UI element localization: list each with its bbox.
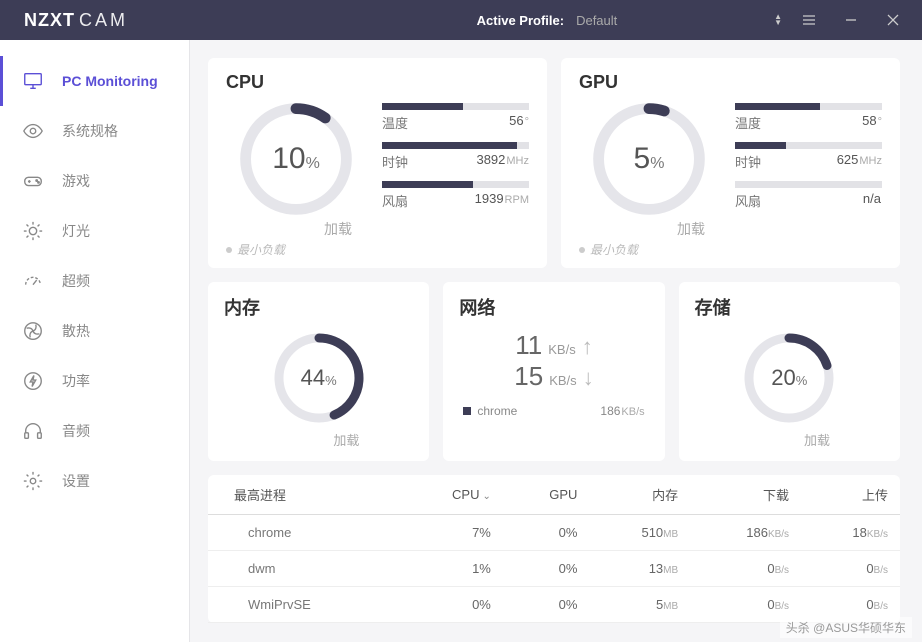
arrow-down-icon: ↓: [583, 365, 594, 391]
table-header[interactable]: 最高进程: [208, 475, 399, 515]
main-content: CPU 10% 加载 最小负载 温度56° 时钟3892MHz 风扇1939RP…: [190, 40, 922, 642]
stat-row: 温度56°: [382, 103, 529, 132]
table-header[interactable]: 下载: [690, 475, 801, 515]
active-profile[interactable]: Active Profile: Default ▲▼: [477, 13, 788, 28]
sidebar-item-label: 游戏: [62, 171, 90, 191]
sidebar-item-settings[interactable]: 设置: [0, 456, 189, 506]
gpu-title: GPU: [579, 72, 882, 93]
menu-button[interactable]: [788, 0, 830, 40]
watermark: 头杀 @ASUS华硕华东: [780, 617, 912, 638]
monitor-icon: [22, 70, 44, 92]
sidebar-item-cooling[interactable]: 散热: [0, 306, 189, 356]
sidebar-item-games[interactable]: 游戏: [0, 156, 189, 206]
sidebar-item-lighting[interactable]: 灯光: [0, 206, 189, 256]
table-header[interactable]: 上传: [801, 475, 900, 515]
sidebar-item-label: 超频: [62, 271, 90, 291]
profile-updown-icon[interactable]: ▲▼: [768, 14, 788, 26]
table-header[interactable]: GPU: [503, 475, 590, 515]
fan-icon: [22, 320, 44, 342]
gauge-icon: [22, 270, 44, 292]
sidebar-item-power[interactable]: 功率: [0, 356, 189, 406]
window-controls: [788, 0, 914, 40]
stat-row: 温度58°: [735, 103, 882, 132]
stat-row: 风扇n/a: [735, 181, 882, 210]
sidebar-item-audio[interactable]: 音频: [0, 406, 189, 456]
gpu-stats: 温度58° 时钟625MHz 风扇n/a: [735, 99, 882, 258]
memory-gauge: 44%: [269, 328, 369, 428]
sidebar-item-label: 系统规格: [62, 121, 118, 141]
storage-gauge: 20%: [739, 328, 839, 428]
sidebar-item-label: PC Monitoring: [62, 73, 158, 89]
profile-label: Active Profile:: [477, 13, 564, 28]
table-header[interactable]: CPU⌄: [399, 475, 503, 515]
headset-icon: [22, 420, 44, 442]
gpu-card[interactable]: GPU 5% 加载 最小负载 温度58° 时钟625MHz 风扇n/a: [561, 58, 900, 268]
dot-icon: [579, 247, 585, 253]
brand-thin: CAM: [79, 10, 128, 31]
profile-value: Default: [576, 13, 756, 28]
memory-card[interactable]: 内存 44% 加载: [208, 282, 429, 461]
sidebar-item-monitoring[interactable]: PC Monitoring: [0, 56, 189, 106]
stat-row: 风扇1939RPM: [382, 181, 529, 210]
bolt-icon: [22, 370, 44, 392]
sidebar-item-overclock[interactable]: 超频: [0, 256, 189, 306]
sidebar-item-specs[interactable]: 系统规格: [0, 106, 189, 156]
gear-icon: [22, 470, 44, 492]
sidebar-item-label: 灯光: [62, 221, 90, 241]
gpu-gauge: 5%: [589, 99, 709, 219]
brand-bold: NZXT: [24, 10, 75, 31]
square-icon: [463, 407, 471, 415]
process-table: 最高进程CPU⌄GPU内存下载上传 chrome7%0% 510MB 186KB…: [208, 475, 900, 623]
gamepad-icon: [22, 170, 44, 192]
sidebar-item-label: 设置: [62, 471, 90, 491]
sidebar-item-label: 散热: [62, 321, 90, 341]
close-button[interactable]: [872, 0, 914, 40]
sun-icon: [22, 220, 44, 242]
sidebar-item-label: 功率: [62, 371, 90, 391]
cpu-stats: 温度56° 时钟3892MHz 风扇1939RPM: [382, 99, 529, 258]
dot-icon: [226, 247, 232, 253]
storage-card[interactable]: 存储 20% 加载: [679, 282, 900, 461]
cpu-card[interactable]: CPU 10% 加载 最小负载 温度56° 时钟3892MHz 风扇1939RP…: [208, 58, 547, 268]
network-card[interactable]: 网络 11KB/s↑ 15KB/s↓ chrome186KB/s: [443, 282, 664, 461]
sidebar-item-label: 音频: [62, 421, 90, 441]
arrow-up-icon: ↑: [582, 334, 593, 360]
process-table-card: 最高进程CPU⌄GPU内存下载上传 chrome7%0% 510MB 186KB…: [208, 475, 900, 623]
app-brand: NZXT CAM: [24, 10, 128, 31]
table-header[interactable]: 内存: [589, 475, 690, 515]
chevron-down-icon: ⌄: [482, 491, 490, 502]
eye-icon: [22, 120, 44, 142]
table-row[interactable]: dwm1%0% 13MB 0B/s 0B/s: [208, 551, 900, 587]
stat-row: 时钟3892MHz: [382, 142, 529, 171]
cpu-gauge: 10%: [236, 99, 356, 219]
cpu-title: CPU: [226, 72, 529, 93]
titlebar: NZXT CAM Active Profile: Default ▲▼: [0, 0, 922, 40]
stat-row: 时钟625MHz: [735, 142, 882, 171]
minimize-button[interactable]: [830, 0, 872, 40]
sidebar: PC Monitoring 系统规格 游戏 灯光 超频 散热 功率 音频: [0, 40, 190, 642]
table-row[interactable]: chrome7%0% 510MB 186KB/s 18KB/s: [208, 515, 900, 551]
